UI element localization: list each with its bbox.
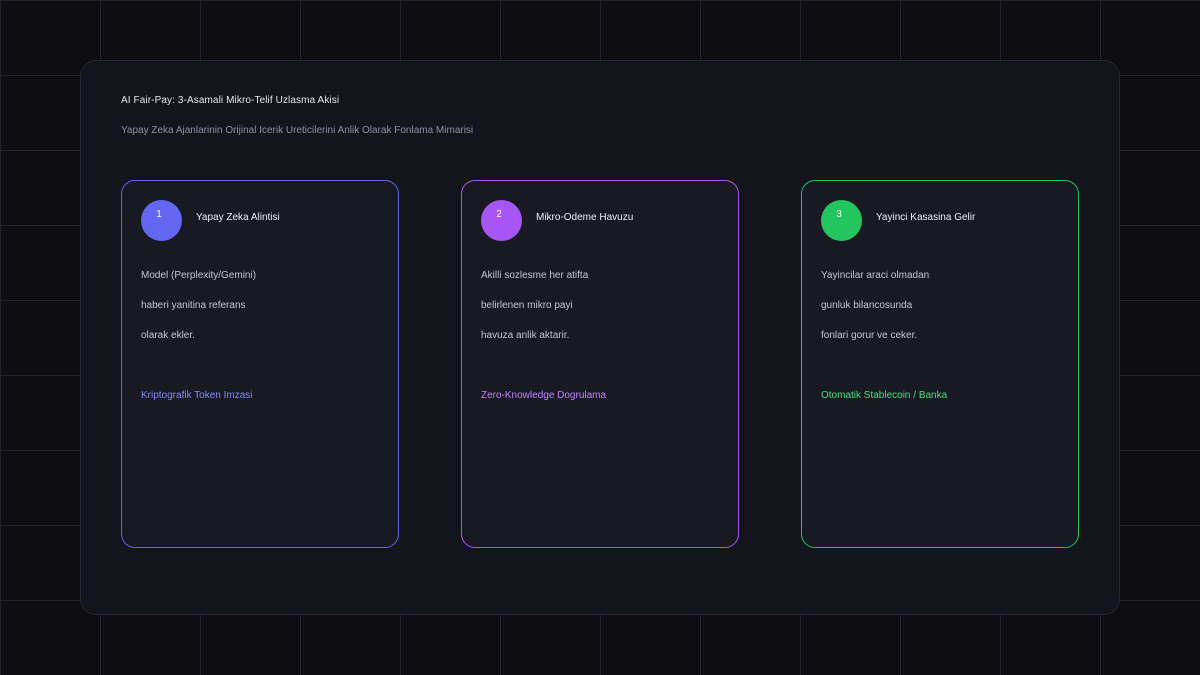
step-3-number: 3 xyxy=(836,209,842,220)
page-subtitle: Yapay Zeka Ajanlarinin Orijinal Icerik U… xyxy=(121,125,474,136)
step-card-1: 1 Yapay Zeka Alintisi Model (Perplexity/… xyxy=(121,180,399,548)
step-3-title: Yayinci Kasasina Gelir xyxy=(876,212,976,223)
step-2-title: Mikro-Odeme Havuzu xyxy=(536,212,634,223)
step-2-technology: Zero-Knowledge Dogrulama xyxy=(481,390,607,401)
step-3-description-line: Yayincilar araci olmadan xyxy=(821,270,930,281)
diagram-panel: AI Fair-Pay: 3-Asamali Mikro-Telif Uzlas… xyxy=(80,60,1120,615)
step-2-description-line: belirlenen mikro payi xyxy=(481,300,573,311)
step-3-badge: 3 xyxy=(821,200,862,241)
step-1-description-line: Model (Perplexity/Gemini) xyxy=(141,270,257,281)
step-2-description-line: Akilli sozlesme her atifta xyxy=(481,270,589,281)
step-1-technology: Kriptografik Token Imzasi xyxy=(141,390,253,401)
step-2-number: 2 xyxy=(496,209,502,220)
step-card-2: 2 Mikro-Odeme Havuzu Akilli sozlesme her… xyxy=(461,180,739,548)
step-1-title: Yapay Zeka Alintisi xyxy=(196,212,280,223)
step-3-description-line: fonlari gorur ve ceker. xyxy=(821,330,918,341)
step-1-description-line: haberi yanitina referans xyxy=(141,300,246,311)
step-2-badge: 2 xyxy=(481,200,522,241)
step-3-technology: Otomatik Stablecoin / Banka xyxy=(821,390,948,401)
step-3-description-line: gunluk bilancosunda xyxy=(821,300,913,311)
step-2-description-line: havuza anlik aktarir. xyxy=(481,330,570,341)
step-1-badge: 1 xyxy=(141,200,182,241)
step-1-description-line: olarak ekler. xyxy=(141,330,195,341)
step-card-3: 3 Yayinci Kasasina Gelir Yayincilar arac… xyxy=(801,180,1079,548)
step-1-number: 1 xyxy=(156,209,162,220)
page-title: AI Fair-Pay: 3-Asamali Mikro-Telif Uzlas… xyxy=(121,95,340,106)
